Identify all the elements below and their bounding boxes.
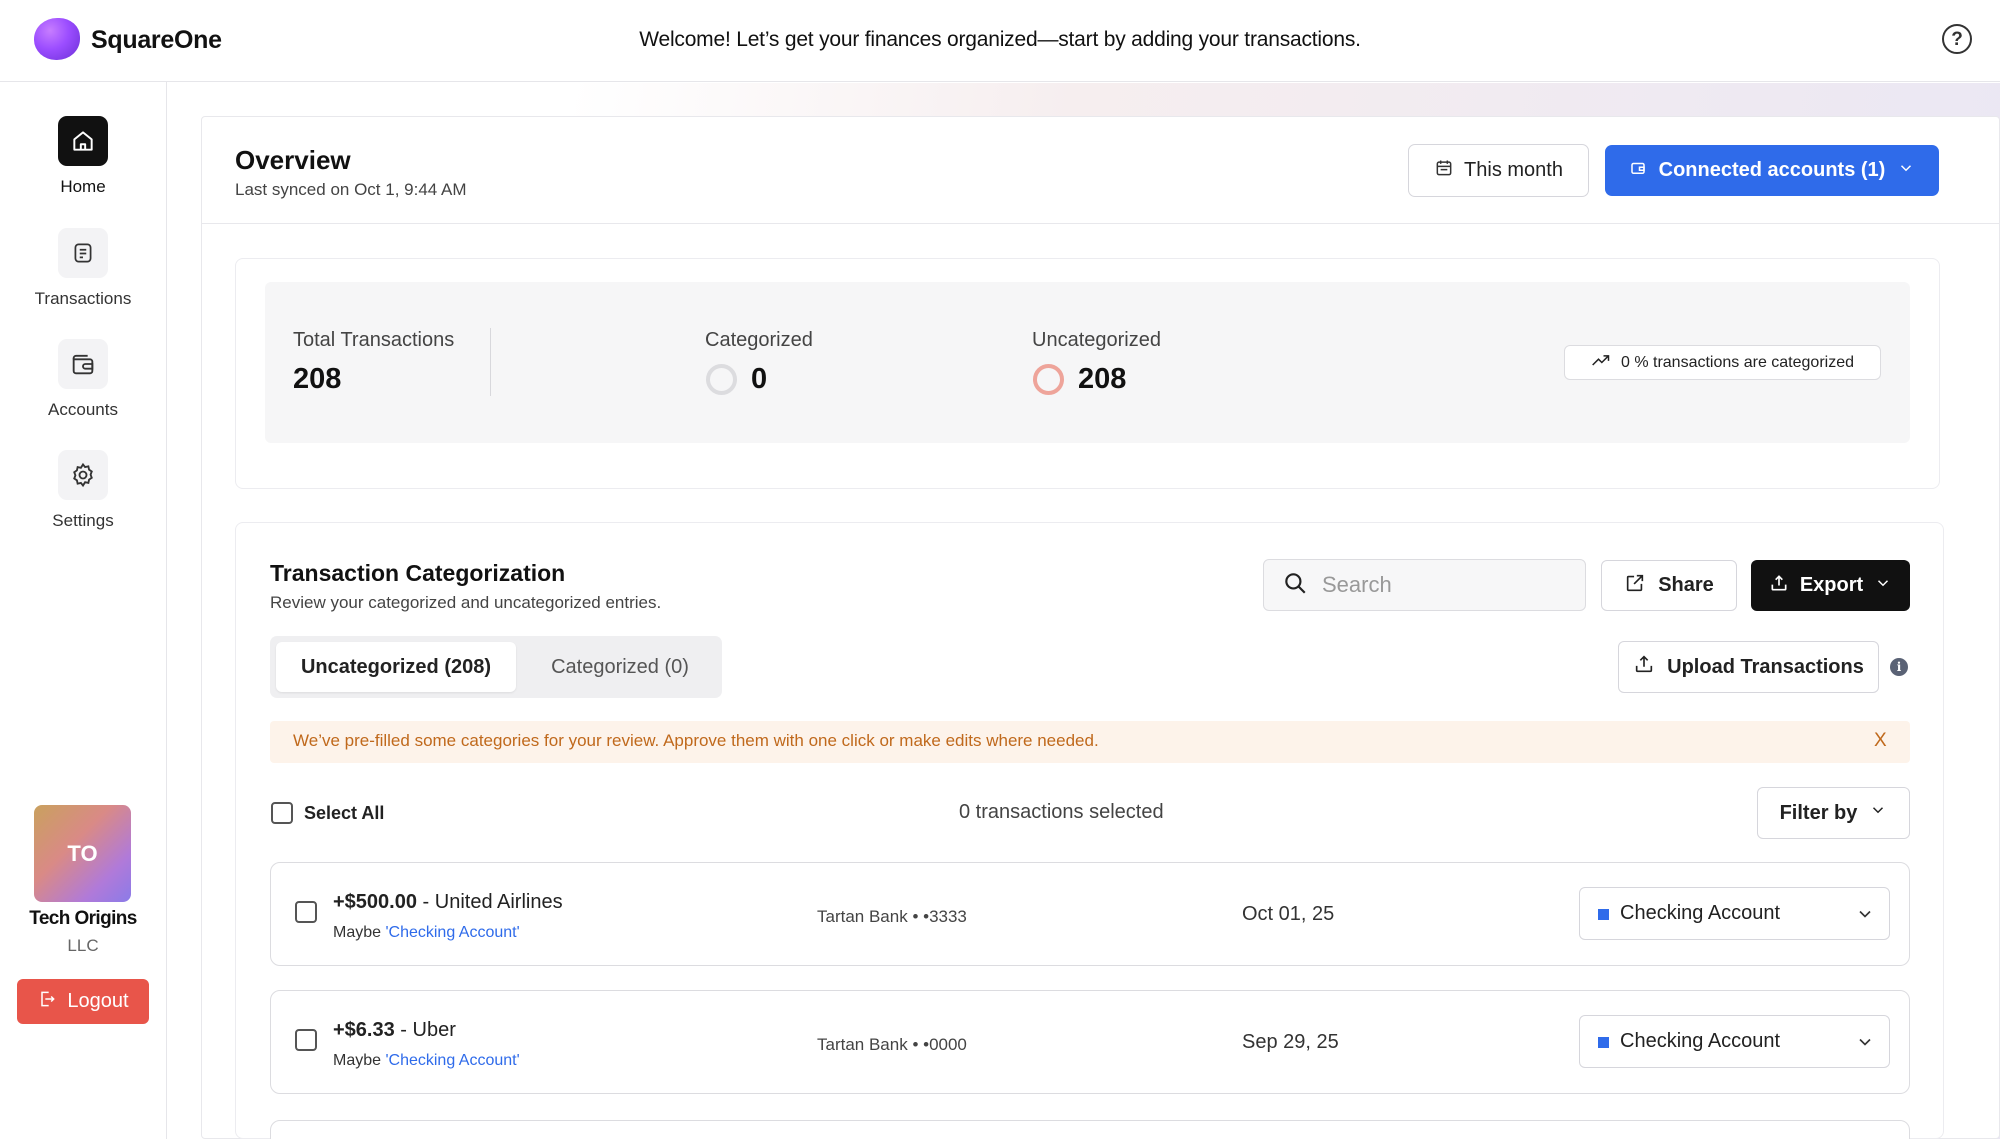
bank-account: Tartan Bank • •0000 xyxy=(817,1035,967,1054)
connected-accounts-label: Connected accounts (1) xyxy=(1658,159,1886,181)
chevron-down-icon xyxy=(1855,1032,1875,1057)
share-icon xyxy=(1624,572,1646,600)
search-icon xyxy=(1282,570,1308,601)
transaction-amount: +$6.33 xyxy=(333,1019,395,1041)
tab-uncategorized[interactable]: Uncategorized (208) xyxy=(276,642,516,692)
transaction-row[interactable] xyxy=(270,1120,1910,1139)
category-select-value: Checking Account xyxy=(1620,1030,1781,1052)
upload-icon xyxy=(1633,653,1655,681)
transaction-date: Sep 29, 25 xyxy=(1242,1031,1339,1053)
section-title: Transaction Categorization xyxy=(270,560,566,586)
sidebar: Home Transactions Accounts Settings TO T… xyxy=(0,82,167,1139)
sidebar-item-label: Settings xyxy=(52,511,114,530)
category-select[interactable]: Checking Account xyxy=(1579,1015,1890,1068)
filter-label: Filter by xyxy=(1779,801,1858,824)
home-icon xyxy=(58,116,108,166)
last-synced: Last synced on Oct 1, 9:44 AM xyxy=(235,180,467,199)
suggestion-prefix: Maybe xyxy=(333,924,386,941)
page-title: Overview xyxy=(235,145,351,175)
suggestion-text: Maybe 'Checking Account' xyxy=(333,924,520,942)
tab-categorized[interactable]: Categorized (0) xyxy=(520,642,720,692)
chevron-down-icon xyxy=(1869,801,1887,825)
transaction-amount: +$500.00 xyxy=(333,891,417,913)
category-select-value: Checking Account xyxy=(1620,902,1781,924)
date-filter-label: This month xyxy=(1464,159,1563,181)
divider xyxy=(202,223,1999,224)
categorized-ring-icon xyxy=(706,364,737,395)
share-label: Share xyxy=(1658,574,1714,596)
sidebar-item-settings[interactable]: Settings xyxy=(0,450,166,531)
filter-button[interactable]: Filter by xyxy=(1757,787,1910,839)
row-checkbox[interactable] xyxy=(295,1029,317,1051)
sidebar-item-home[interactable]: Home xyxy=(0,116,166,197)
section-subtitle: Review your categorized and uncategorize… xyxy=(270,593,662,612)
category-color-swatch xyxy=(1598,909,1609,920)
logout-icon xyxy=(37,989,57,1015)
transaction-merchant: - United Airlines xyxy=(416,891,563,913)
chevron-down-icon xyxy=(1897,159,1915,183)
search-box[interactable] xyxy=(1263,559,1586,611)
sidebar-item-transactions[interactable]: Transactions xyxy=(0,228,166,309)
categorized-percent-badge: 0 % transactions are categorized xyxy=(1564,345,1881,380)
stat-divider xyxy=(490,328,491,396)
transaction-title: +$500.00 - United Airlines xyxy=(333,891,563,914)
selected-count: 0 transactions selected xyxy=(959,801,1164,823)
logout-label: Logout xyxy=(67,990,129,1012)
upload-transactions-label: Upload Transactions xyxy=(1667,655,1864,678)
wallet-icon xyxy=(1629,159,1647,183)
uncategorized-ring-icon xyxy=(1033,364,1064,395)
bank-account: Tartan Bank • •3333 xyxy=(817,907,967,926)
categorized-label: Categorized xyxy=(705,329,813,351)
uncategorized-value: 208 xyxy=(1078,363,1127,395)
welcome-message: Welcome! Let’s get your finances organiz… xyxy=(639,28,1361,51)
sidebar-item-label: Home xyxy=(60,177,106,196)
select-all-checkbox[interactable] xyxy=(271,802,293,824)
categorized-value: 0 xyxy=(751,363,768,395)
category-select[interactable]: Checking Account xyxy=(1579,887,1890,940)
sidebar-item-accounts[interactable]: Accounts xyxy=(0,339,166,420)
banner-close-button[interactable]: X xyxy=(1874,730,1887,752)
connected-accounts-button[interactable]: Connected accounts (1) xyxy=(1605,145,1939,196)
trending-up-icon xyxy=(1591,352,1611,373)
sidebar-item-label: Transactions xyxy=(34,289,132,308)
document-icon xyxy=(58,228,108,278)
transaction-merchant: - Uber xyxy=(394,1019,456,1041)
total-transactions-label: Total Transactions xyxy=(293,329,455,351)
date-filter-button[interactable]: This month xyxy=(1408,144,1589,197)
transaction-date: Oct 01, 25 xyxy=(1242,903,1335,925)
suggestion-text: Maybe 'Checking Account' xyxy=(333,1052,520,1070)
suggested-account-link[interactable]: 'Checking Account' xyxy=(385,1052,519,1069)
uncategorized-label: Uncategorized xyxy=(1032,329,1161,351)
row-checkbox[interactable] xyxy=(295,901,317,923)
wallet-icon xyxy=(58,339,108,389)
org-suffix: LLC xyxy=(67,936,99,955)
share-button[interactable]: Share xyxy=(1601,560,1737,611)
info-icon[interactable]: i xyxy=(1890,658,1908,676)
help-icon[interactable]: ? xyxy=(1942,24,1972,54)
org-name: Tech Origins xyxy=(29,908,137,929)
export-label: Export xyxy=(1799,574,1864,596)
calendar-icon xyxy=(1434,158,1454,184)
export-button[interactable]: Export xyxy=(1751,560,1910,611)
chevron-down-icon xyxy=(1855,904,1875,929)
transaction-title: +$6.33 - Uber xyxy=(333,1019,456,1042)
upload-transactions-button[interactable]: Upload Transactions xyxy=(1618,641,1879,693)
search-input[interactable] xyxy=(1322,572,1562,598)
org-avatar[interactable]: TO xyxy=(34,805,131,902)
top-bar: SquareOne Welcome! Let’s get your financ… xyxy=(0,0,2000,82)
upload-icon xyxy=(1769,573,1789,599)
chevron-down-icon xyxy=(1874,574,1892,598)
banner-text: We’ve pre-filled some categories for you… xyxy=(293,731,1099,750)
select-all-label[interactable]: Select All xyxy=(304,803,384,824)
sidebar-item-label: Accounts xyxy=(48,400,118,419)
logout-button[interactable]: Logout xyxy=(17,979,149,1024)
categorized-percent-text: 0 % transactions are categorized xyxy=(1620,353,1854,371)
suggested-account-link[interactable]: 'Checking Account' xyxy=(385,924,519,941)
category-color-swatch xyxy=(1598,1037,1609,1048)
transaction-row[interactable]: +$6.33 - Uber Maybe 'Checking Account' T… xyxy=(270,990,1910,1094)
suggestion-prefix: Maybe xyxy=(333,1052,386,1069)
transaction-row[interactable]: +$500.00 - United Airlines Maybe 'Checki… xyxy=(270,862,1910,966)
gear-icon xyxy=(58,450,108,500)
total-transactions-value: 208 xyxy=(293,363,342,395)
